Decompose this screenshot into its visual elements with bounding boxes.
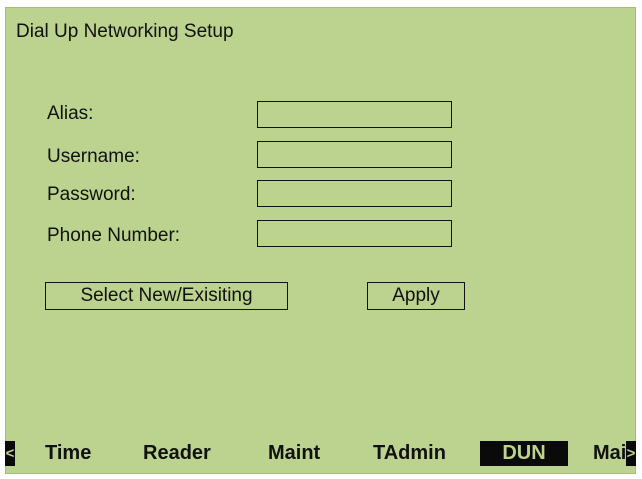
apply-button[interactable]: Apply	[367, 282, 465, 310]
alias-label: Alias:	[47, 103, 94, 124]
username-field[interactable]	[257, 141, 452, 168]
username-label: Username:	[47, 146, 140, 167]
phone-number-field[interactable]	[257, 220, 452, 247]
tab-reader[interactable]: Reader	[143, 441, 211, 466]
tab-maint[interactable]: Maint	[268, 441, 320, 466]
tab-time[interactable]: Time	[45, 441, 91, 466]
nav-next-arrow-icon[interactable]: >	[626, 441, 636, 466]
tab-mai[interactable]: Mai	[593, 441, 626, 466]
select-new-existing-button[interactable]: Select New/Exisiting	[45, 282, 288, 310]
phone-number-label: Phone Number:	[47, 225, 181, 246]
password-label: Password:	[47, 184, 136, 205]
page-title: Dial Up Networking Setup	[16, 21, 234, 42]
tab-tadmin[interactable]: TAdmin	[373, 441, 446, 466]
password-field[interactable]	[257, 180, 452, 207]
alias-field[interactable]	[257, 101, 452, 128]
tab-dun[interactable]: DUN	[480, 441, 568, 466]
nav-prev-arrow-icon[interactable]: <	[5, 441, 15, 466]
